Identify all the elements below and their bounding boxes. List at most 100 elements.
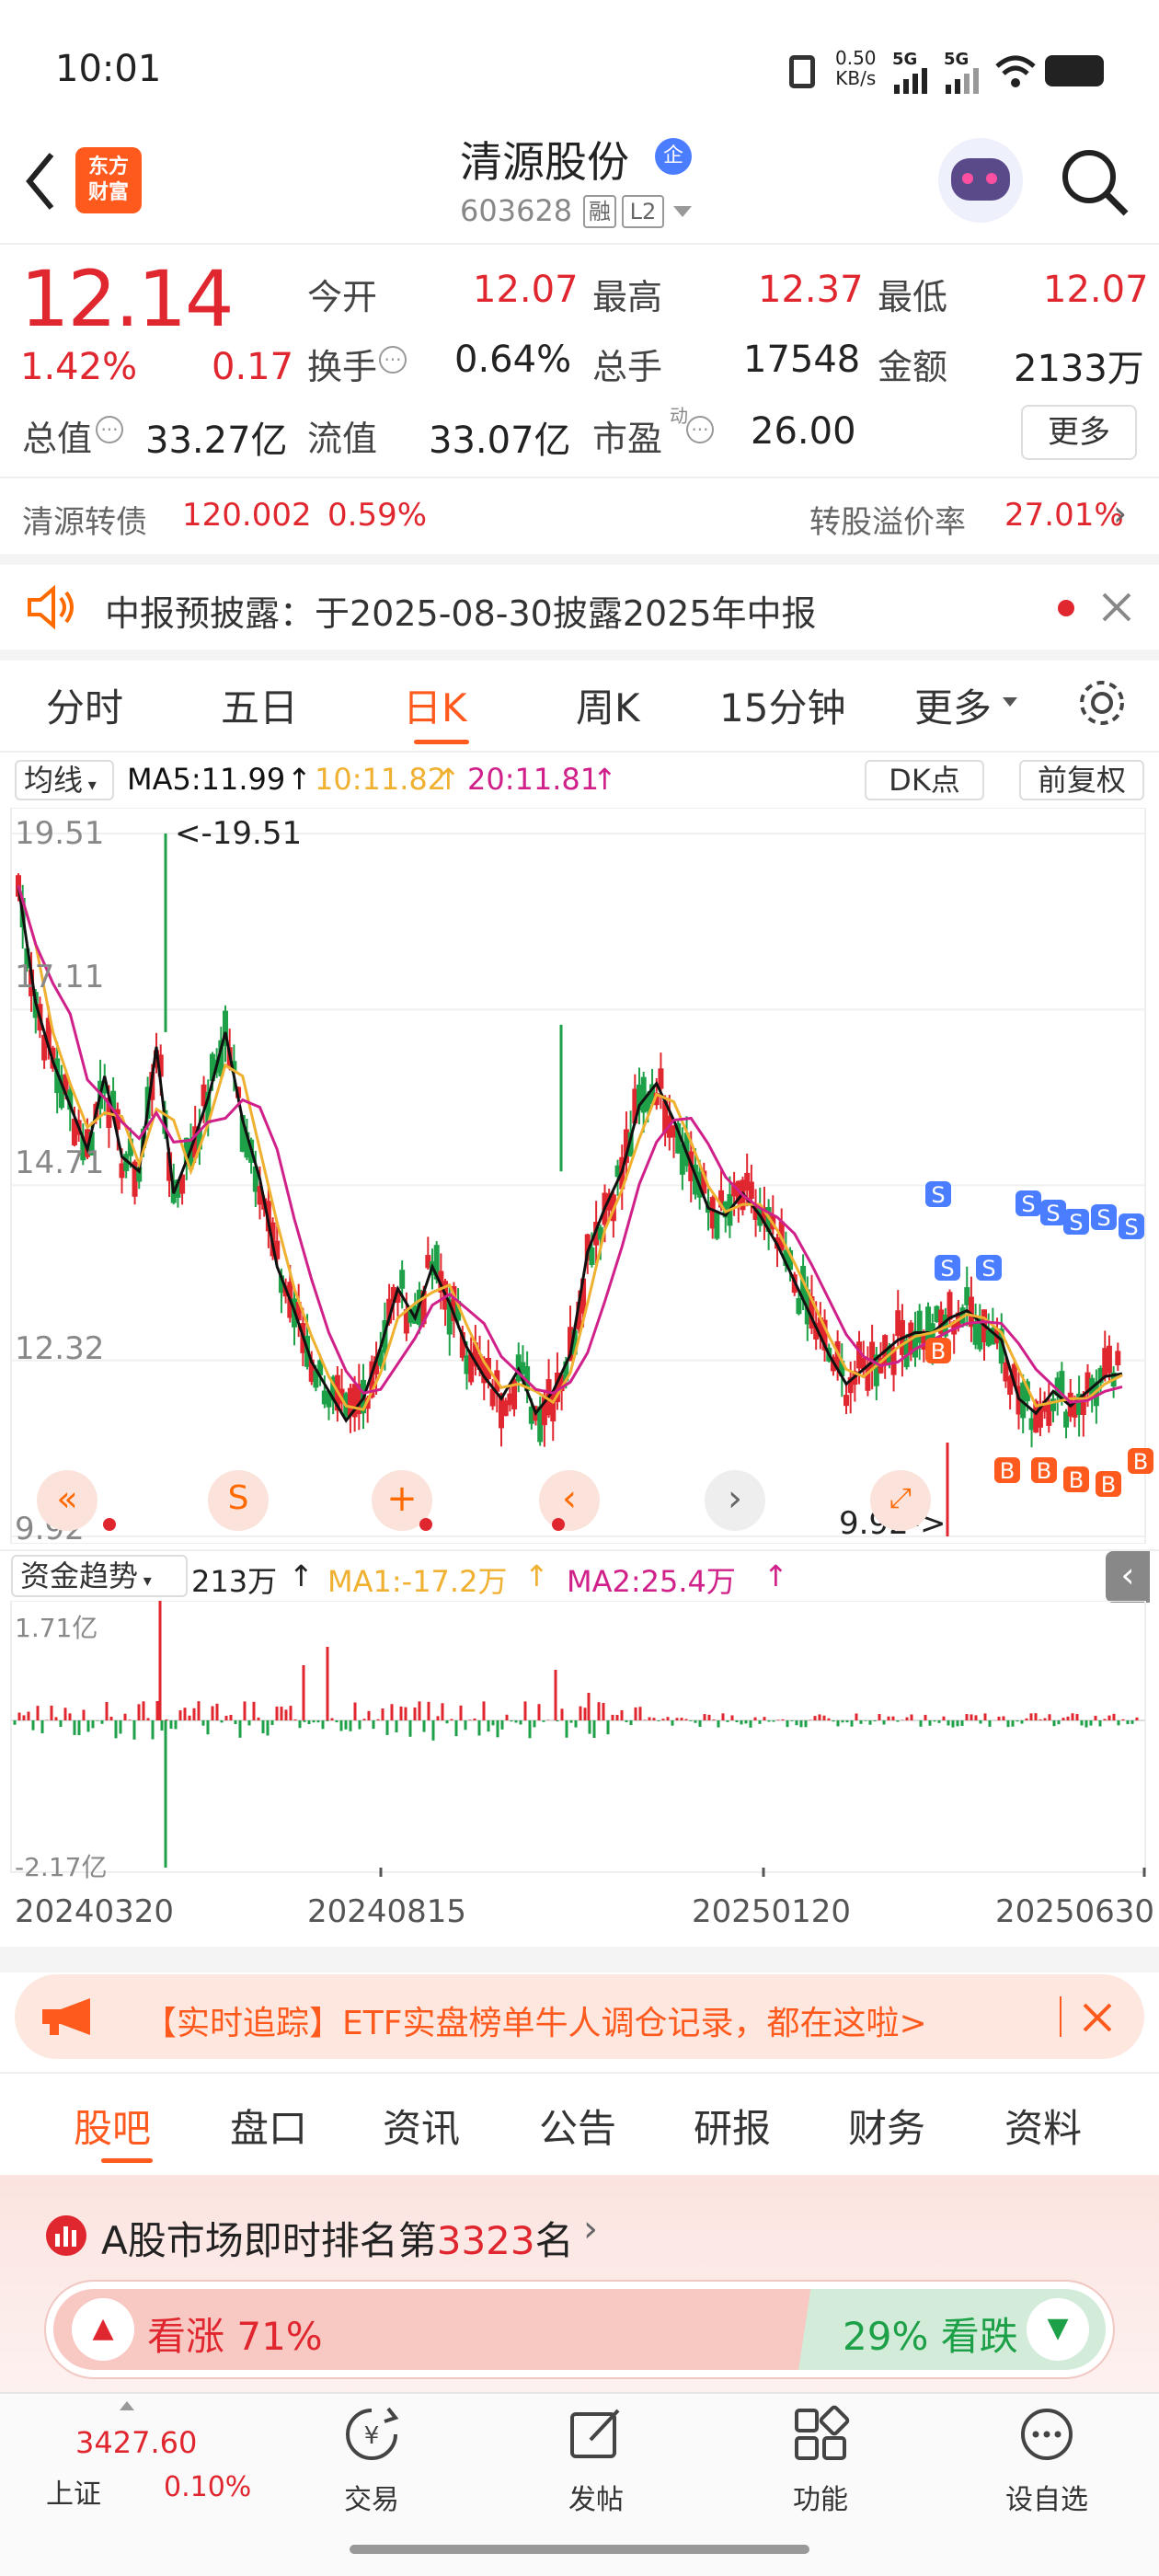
tab-profile[interactable]: 资料: [1004, 2098, 1082, 2154]
turnover-value: 0.64%: [454, 339, 572, 381]
volume-label: 总手: [592, 347, 663, 387]
active-tab-indicator: [414, 740, 469, 744]
app-logo[interactable]: 东方 财富: [75, 147, 142, 213]
expand-icon[interactable]: ⤢: [870, 1470, 931, 1531]
status-bar: 10:01 0.50 KB/s 5G 5G: [0, 0, 1159, 129]
high-value: 12.37: [758, 269, 864, 311]
nav-post[interactable]: 发帖: [522, 2405, 670, 2517]
ma-toggle[interactable]: 均线 ▾: [15, 760, 114, 800]
bull-label: 看涨 71%: [147, 2314, 323, 2359]
tab-finance[interactable]: 财务: [848, 2098, 925, 2154]
signal-badge-label: S: [1021, 1191, 1035, 1217]
tab-intraday[interactable]: 分时: [46, 677, 123, 733]
close-icon[interactable]: [1100, 591, 1133, 624]
tab-guba[interactable]: 股吧: [74, 2098, 151, 2154]
pe-label: 市盈: [592, 419, 663, 459]
tab-15min[interactable]: 15分钟: [719, 677, 845, 733]
ma10-value: 10:11.82: [315, 762, 447, 797]
back-icon[interactable]: [22, 149, 59, 213]
up-arrow: ↑: [289, 1558, 314, 1593]
sentiment-bar: ▲ 看涨 71% 29% 看跌 ▼: [46, 2282, 1113, 2377]
dk-point-button[interactable]: DK点: [865, 760, 984, 800]
ranking-text[interactable]: A股市场即时排名第3323名: [101, 2210, 574, 2266]
notice-bar[interactable]: 中报预披露：于2025-08-30披露2025年中报: [0, 565, 1159, 650]
candle: [589, 1247, 595, 1265]
chart-frame: [10, 1601, 1146, 1873]
nav-trade[interactable]: ¥ 交易: [298, 2405, 445, 2517]
tab-more-caret-icon: [1003, 697, 1017, 707]
tab-research[interactable]: 研报: [694, 2098, 771, 2154]
dropdown-icon[interactable]: [671, 204, 694, 219]
tab-more[interactable]: 更多: [914, 677, 992, 733]
y-tick-label: 14.71: [15, 1144, 105, 1181]
sell-signal-icon[interactable]: S: [208, 1470, 269, 1531]
low-label: 最低: [878, 277, 948, 317]
volume-value: 17548: [743, 339, 861, 381]
tab-news[interactable]: 资讯: [383, 2098, 460, 2154]
stock-name: 清源股份: [460, 137, 629, 187]
stock-header: 东方 财富 清源股份 企 603628 融 L2: [0, 129, 1159, 244]
robot-avatar-icon[interactable]: [938, 138, 1023, 223]
capital-toggle[interactable]: 资金趋势 ▾: [11, 1555, 188, 1597]
gear-icon[interactable]: [1076, 677, 1128, 729]
vibrate-icon: [789, 55, 815, 88]
dots-icon[interactable]: ···: [96, 416, 123, 443]
bond-name: 清源转债: [22, 504, 147, 541]
float-cap-label: 流值: [307, 419, 378, 459]
dots-icon[interactable]: ···: [686, 416, 714, 443]
tab-announcement[interactable]: 公告: [539, 2098, 616, 2154]
candle: [714, 1212, 720, 1239]
kline-chart[interactable]: SS SS S S S SBB B B BB: [0, 808, 1159, 1544]
tab-daily-k[interactable]: 日K: [403, 677, 467, 733]
last-price: 12.14: [20, 254, 234, 344]
active-tab-indicator: [101, 2158, 153, 2163]
tab-five-day[interactable]: 五日: [221, 677, 298, 733]
tab-pankou[interactable]: 盘口: [230, 2098, 307, 2154]
collapse-panel-icon[interactable]: ‹: [1106, 1551, 1150, 1603]
amount-label: 金额: [878, 347, 948, 387]
home-indicator: [350, 2545, 809, 2554]
candle: [843, 1395, 849, 1407]
low-value: 12.07: [1043, 269, 1149, 311]
ranking-chart-icon: [46, 2215, 86, 2256]
bull-button[interactable]: ▲: [72, 2298, 134, 2361]
convertible-bond-row[interactable]: 清源转债 120.002 0.59% 转股溢价率 27.01% ›: [0, 478, 1159, 554]
margin-badge: 融: [583, 195, 616, 228]
rewind-icon[interactable]: «: [37, 1470, 98, 1531]
tab-weekly-k[interactable]: 周K: [576, 677, 640, 733]
bond-pct: 0.59%: [327, 497, 428, 534]
bear-button[interactable]: ▼: [1027, 2298, 1089, 2361]
next-icon[interactable]: ›: [705, 1470, 765, 1531]
quote-panel: 12.14 1.42% 0.17 今开 12.07 最高 12.37 最低 12…: [0, 245, 1159, 475]
chevron-right-icon: ›: [1113, 493, 1128, 534]
up-arrow: ↑: [436, 762, 461, 797]
battery-icon: [1045, 55, 1104, 86]
signal-badge-label: B: [1101, 1472, 1116, 1498]
capital-flow-chart[interactable]: [0, 1601, 1159, 1877]
candle: [748, 1181, 754, 1200]
nav-functions[interactable]: 功能: [747, 2405, 894, 2517]
bottom-nav: 3427.60 上证 0.10% ¥ 交易 发帖 功能 设自选: [0, 2392, 1159, 2576]
premium-value: 27.01%: [1004, 497, 1124, 534]
signal-badge-label: S: [1046, 1201, 1060, 1226]
change-amount: 0.17: [212, 346, 294, 388]
dots-icon[interactable]: ···: [379, 346, 407, 374]
more-button[interactable]: 更多: [1021, 405, 1137, 460]
up-arrow: ↑: [287, 762, 312, 797]
ma20-value: 20:11.81: [467, 762, 600, 797]
grid-icon: [795, 2405, 850, 2460]
adjust-button[interactable]: 前复权: [1019, 760, 1144, 800]
index-value[interactable]: 3427.60: [75, 2425, 197, 2460]
search-icon[interactable]: [1058, 145, 1131, 219]
promo-banner[interactable]: 【实时追踪】ETF实盘榜单牛人调仓记录，都在这啦>: [15, 1974, 1144, 2059]
speaker-icon: [28, 584, 74, 630]
level2-badge: L2: [622, 195, 664, 228]
close-icon[interactable]: [1082, 2002, 1113, 2033]
enterprise-badge: 企: [655, 138, 692, 175]
prev-icon[interactable]: ‹: [539, 1470, 600, 1531]
expand-up-icon[interactable]: [120, 2401, 134, 2410]
edit-icon: [570, 2409, 620, 2458]
market-cap-value: 33.27亿: [145, 420, 288, 462]
open-label: 今开: [307, 277, 378, 317]
nav-add-watchlist[interactable]: 设自选: [973, 2405, 1120, 2517]
